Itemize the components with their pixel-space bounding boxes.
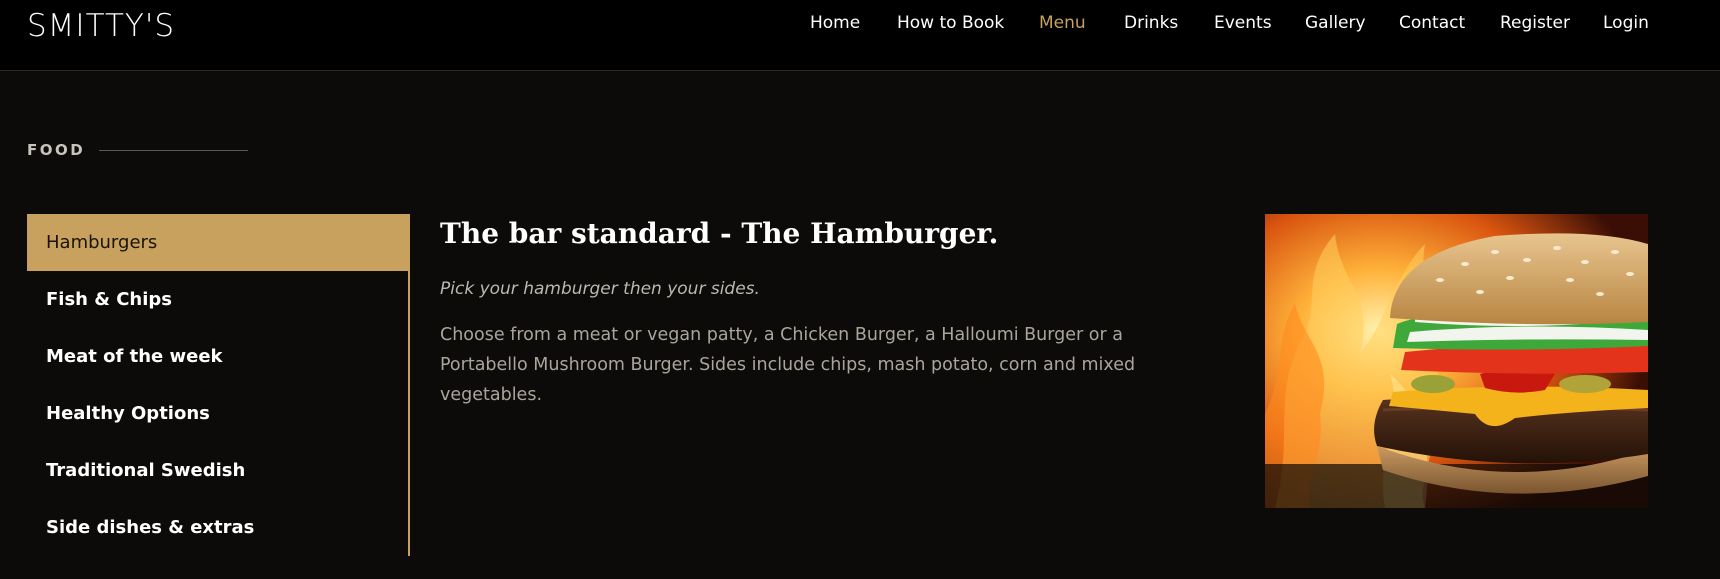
nav-register[interactable]: Register	[1500, 13, 1570, 33]
section-divider	[99, 150, 248, 151]
sidebar-item-fish-and-chips[interactable]: Fish & Chips	[27, 271, 408, 328]
menu-item-subtitle: Pick your hamburger then your sides.	[440, 279, 760, 299]
nav-home[interactable]: Home	[810, 13, 860, 33]
hamburger-photo	[1265, 214, 1648, 508]
menu-item-description: Choose from a meat or vegan patty, a Chi…	[440, 325, 1136, 405]
nav-contact[interactable]: Contact	[1399, 13, 1465, 33]
nav-events[interactable]: Events	[1214, 13, 1272, 33]
nav-gallery[interactable]: Gallery	[1305, 13, 1366, 33]
sidebar-item-traditional-swedish[interactable]: Traditional Swedish	[27, 442, 408, 499]
nav-login[interactable]: Login	[1603, 13, 1649, 33]
sidebar-item-healthy-options[interactable]: Healthy Options	[27, 385, 408, 442]
sidebar-item-side-dishes[interactable]: Side dishes & extras	[27, 499, 408, 556]
nav-how-to-book[interactable]: How to Book	[897, 13, 1004, 33]
nav-drinks[interactable]: Drinks	[1124, 13, 1178, 33]
sidebar-item-meat-of-the-week[interactable]: Meat of the week	[27, 328, 408, 385]
top-navigation-bar: SMITTY'S Home How to Book Menu Drinks Ev…	[0, 0, 1720, 71]
menu-item-title: The bar standard - The Hamburger.	[440, 217, 999, 250]
food-category-sidebar: Hamburgers Fish & Chips Meat of the week…	[27, 214, 410, 556]
nav-menu[interactable]: Menu	[1039, 13, 1086, 33]
brand-logo[interactable]: SMITTY'S	[27, 8, 175, 44]
sidebar-item-hamburgers[interactable]: Hamburgers	[27, 214, 408, 271]
section-label-food: FOOD	[27, 141, 86, 159]
menu-content-panel: The bar standard - The Hamburger. Pick y…	[440, 214, 1220, 410]
